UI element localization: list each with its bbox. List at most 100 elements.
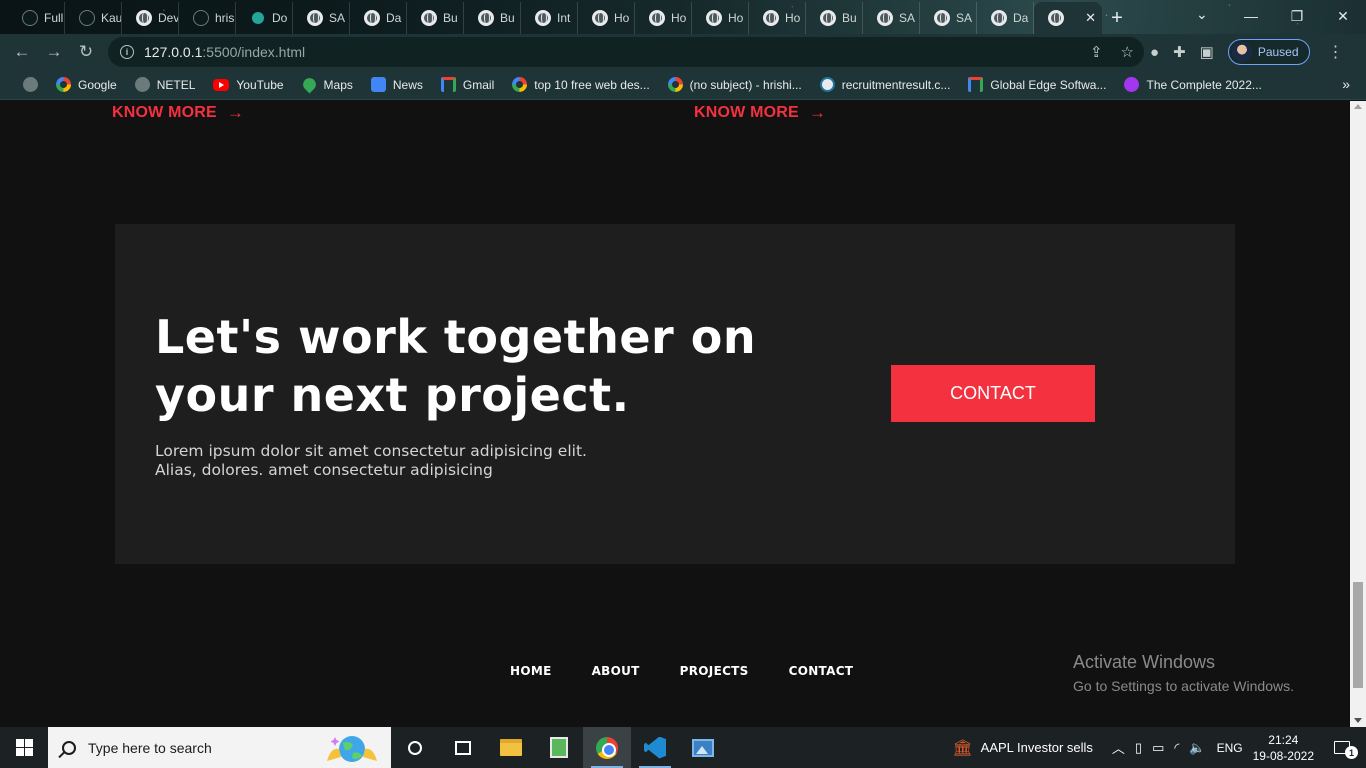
github-icon — [193, 10, 209, 26]
clock[interactable]: 21:24 19-08-2022 — [1253, 732, 1314, 764]
news-icon — [370, 77, 386, 92]
stock-widget[interactable]: 🏛 AAPL Investor sells — [953, 738, 1093, 758]
bookmark-item[interactable]: YouTube — [204, 78, 292, 92]
footer-nav-about[interactable]: ABOUT — [592, 664, 640, 678]
bookmark-label: YouTube — [236, 77, 284, 92]
bookmark-star-icon[interactable]: ☆ — [1121, 43, 1134, 61]
page-scrollbar[interactable] — [1350, 101, 1366, 727]
url-host: 127.0.0.1 — [144, 44, 203, 60]
active-browser-tab[interactable]: ✕ — [1034, 2, 1102, 34]
world-icon — [134, 77, 150, 92]
system-tray: 🏛 AAPL Investor sells ︿ ▯ ▭ ◜ 🔈 ENG 21:2… — [953, 727, 1366, 768]
volume-icon[interactable]: 🔈 — [1189, 740, 1205, 756]
bookmark-item[interactable]: Gmail — [432, 77, 503, 92]
browser-tab[interactable]: Int — [521, 2, 578, 34]
browser-tab[interactable]: Bu — [464, 2, 521, 34]
battery-icon[interactable]: ▭ — [1152, 740, 1164, 756]
close-tab-icon[interactable]: ✕ — [1085, 10, 1096, 26]
minimize-button[interactable]: — — [1228, 0, 1274, 32]
menu-kebab-icon[interactable]: ⋮ — [1328, 42, 1344, 62]
cortana-button[interactable] — [391, 727, 439, 768]
restore-button[interactable]: ❐ — [1274, 0, 1320, 32]
forward-icon[interactable]: → — [38, 36, 70, 68]
bookmark-item[interactable]: News — [362, 77, 432, 92]
bookmark-item[interactable]: recruitmentresult.c... — [811, 77, 960, 92]
language-indicator[interactable]: ENG — [1217, 741, 1243, 755]
vscode-taskbar-button[interactable] — [631, 727, 679, 768]
close-window-button[interactable]: ✕ — [1320, 0, 1366, 32]
browser-tab[interactable]: Bu — [806, 2, 863, 34]
browser-tab[interactable]: Dev — [122, 2, 179, 34]
scroll-down-icon[interactable] — [1354, 718, 1362, 723]
wifi-icon[interactable]: ◜ — [1174, 740, 1179, 756]
web-page: KNOW MORE → KNOW MORE → Let's work toget… — [0, 101, 1350, 727]
know-more-link-2[interactable]: KNOW MORE → — [694, 103, 826, 123]
footer-nav-contact[interactable]: CONTACT — [789, 664, 854, 678]
photos-taskbar-button[interactable] — [679, 727, 727, 768]
notification-button[interactable]: 1 — [1330, 727, 1358, 768]
scroll-up-icon[interactable] — [1354, 104, 1362, 109]
address-bar[interactable]: i 127.0.0.1:5500/index.html ⇪ ☆ — [108, 37, 1144, 67]
url-text[interactable]: 127.0.0.1:5500/index.html — [144, 44, 305, 60]
browser-tab[interactable]: Da — [350, 2, 407, 34]
tab-title: SA — [956, 11, 973, 25]
world-icon — [820, 10, 836, 26]
new-tab-button[interactable]: + — [1102, 2, 1132, 34]
reload-icon[interactable]: ↻ — [70, 36, 102, 68]
device-icon[interactable]: ▯ — [1135, 740, 1142, 756]
footer-nav-home[interactable]: HOME — [510, 664, 552, 678]
taskbar-search[interactable]: Type here to search — [48, 727, 391, 768]
chrome-taskbar-button[interactable] — [583, 727, 631, 768]
bookmark-item[interactable]: Google — [47, 77, 126, 92]
bookmark-item[interactable]: The Complete 2022... — [1115, 77, 1270, 92]
browser-tab[interactable]: SA — [920, 2, 977, 34]
browser-tab[interactable]: Full — [8, 2, 65, 34]
browser-tab[interactable]: Ho — [749, 2, 806, 34]
tab-title: Ho — [728, 11, 744, 25]
extensions-puzzle-icon[interactable]: ✚ — [1173, 43, 1186, 61]
bookmark-item[interactable]: NETEL — [126, 77, 205, 92]
profile-button[interactable]: Paused — [1227, 39, 1310, 65]
chevron-up-icon[interactable]: ︿ — [1112, 738, 1125, 757]
bookmark-item[interactable]: Global Edge Softwa... — [959, 77, 1115, 92]
browser-tab[interactable]: Kau — [65, 2, 122, 34]
browser-tab[interactable]: SA — [293, 2, 350, 34]
bookmark-item[interactable]: top 10 free web des... — [503, 77, 658, 92]
bookmark-item[interactable] — [14, 77, 47, 92]
browser-tab[interactable]: SA — [863, 2, 920, 34]
browser-tab[interactable]: Ho — [635, 2, 692, 34]
browser-tab[interactable]: Ho — [578, 2, 635, 34]
bookmark-item[interactable]: (no subject) - hrishi... — [659, 77, 811, 92]
youtube-icon — [213, 78, 230, 91]
file-explorer-button[interactable] — [487, 727, 535, 768]
tab-search-icon[interactable]: ⌄ — [1196, 6, 1208, 23]
wordpress-icon — [819, 77, 835, 92]
start-button[interactable] — [0, 727, 48, 768]
extension-bulb-icon[interactable]: ● — [1150, 44, 1159, 61]
bookmark-item[interactable]: Maps — [293, 75, 362, 94]
footer-nav-projects[interactable]: PROJECTS — [680, 664, 749, 678]
task-view-button[interactable] — [439, 727, 487, 768]
world-icon — [23, 77, 38, 92]
share-icon[interactable]: ⇪ — [1090, 43, 1103, 61]
browser-tab[interactable]: Da — [977, 2, 1034, 34]
world-icon — [934, 10, 950, 26]
back-icon[interactable]: ← — [6, 36, 38, 68]
udemy-icon — [1124, 77, 1140, 92]
tab-title: Bu — [443, 11, 458, 25]
avatar — [1231, 42, 1252, 62]
scrollbar-thumb[interactable] — [1353, 582, 1363, 688]
bookmarks-overflow-icon[interactable]: » — [1342, 76, 1350, 92]
know-more-link-1[interactable]: KNOW MORE → — [112, 103, 244, 123]
contact-button[interactable]: CONTACT — [891, 365, 1095, 422]
browser-tab[interactable]: hris — [179, 2, 236, 34]
tab-title: Do — [272, 11, 288, 25]
browser-tab[interactable]: Do — [236, 2, 293, 34]
side-panel-icon[interactable]: ▣ — [1200, 43, 1214, 61]
site-info-icon[interactable]: i — [120, 45, 134, 59]
browser-tab[interactable]: Ho — [692, 2, 749, 34]
bookmark-label: Gmail — [462, 77, 495, 92]
browser-tab[interactable]: Bu — [407, 2, 464, 34]
notepad-button[interactable] — [535, 727, 583, 768]
world-icon — [535, 10, 551, 26]
